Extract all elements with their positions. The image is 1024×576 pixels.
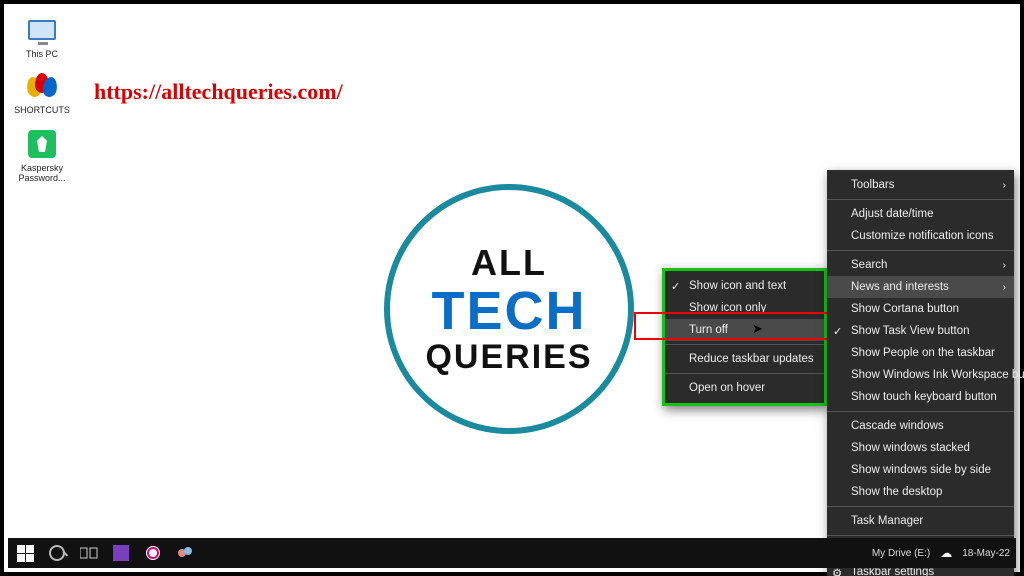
menu-item-news-and-interests[interactable]: News and interests›: [827, 276, 1014, 298]
app-icon: [177, 545, 193, 561]
chevron-right-icon: ›: [1003, 282, 1006, 293]
separator: [665, 344, 824, 345]
chevron-right-icon: ›: [1003, 260, 1006, 271]
pc-icon: [24, 12, 60, 48]
icon-label: SHORTCUTS: [14, 106, 70, 116]
check-icon: ✓: [671, 280, 680, 293]
separator: [665, 373, 824, 374]
kaspersky-icon: [24, 126, 60, 162]
submenu-item-open-on-hover[interactable]: Open on hover: [665, 377, 824, 399]
taskbar[interactable]: My Drive (E:) ☁ 18-May-22: [8, 538, 1016, 568]
icon-label: This PC: [14, 50, 70, 60]
menu-item-sidebyside[interactable]: Show windows side by side: [827, 459, 1014, 481]
search-icon: [49, 545, 65, 561]
separator: [827, 199, 1014, 200]
watermark-url: https://alltechqueries.com/: [94, 79, 343, 105]
shortcuts-icon: [24, 68, 60, 104]
menu-item-stacked[interactable]: Show windows stacked: [827, 437, 1014, 459]
taskbar-right: My Drive (E:) ☁ 18-May-22: [872, 546, 1016, 560]
separator: [827, 250, 1014, 251]
icon-label: Kaspersky Password...: [14, 164, 70, 184]
taskbar-drive-label[interactable]: My Drive (E:): [872, 548, 930, 559]
pinned-app-3[interactable]: [170, 539, 200, 567]
menu-item-show-desktop[interactable]: Show the desktop: [827, 481, 1014, 503]
start-button[interactable]: [10, 539, 40, 567]
task-view-button[interactable]: [74, 539, 104, 567]
desktop-icon-kaspersky[interactable]: Kaspersky Password...: [14, 126, 70, 184]
logo-line-1: ALL: [471, 242, 547, 284]
menu-item-show-touch-kb[interactable]: Show touch keyboard button: [827, 386, 1014, 408]
chevron-right-icon: ›: [1003, 180, 1006, 191]
submenu-item-show-icon-and-text[interactable]: ✓Show icon and text: [665, 275, 824, 297]
windows-logo-icon: [17, 545, 34, 562]
submenu-item-turn-off[interactable]: Turn off: [665, 319, 824, 341]
menu-item-customize-notif[interactable]: Customize notification icons: [827, 225, 1014, 247]
menu-item-show-people[interactable]: Show People on the taskbar: [827, 342, 1014, 364]
separator: [827, 411, 1014, 412]
menu-item-cascade[interactable]: Cascade windows: [827, 415, 1014, 437]
app-icon: [145, 545, 161, 561]
taskbar-context-menu: Toolbars› Adjust date/time Customize not…: [827, 170, 1014, 576]
taskbar-date[interactable]: 18-May-22: [962, 548, 1010, 559]
onedrive-icon[interactable]: ☁: [940, 546, 952, 560]
menu-item-search[interactable]: Search›: [827, 254, 1014, 276]
menu-item-show-cortana[interactable]: Show Cortana button: [827, 298, 1014, 320]
menu-item-adjust-datetime[interactable]: Adjust date/time: [827, 203, 1014, 225]
menu-item-show-ink[interactable]: Show Windows Ink Workspace button: [827, 364, 1014, 386]
pinned-app-1[interactable]: [106, 539, 136, 567]
menu-item-show-taskview[interactable]: ✓Show Task View button: [827, 320, 1014, 342]
taskview-icon: [80, 546, 98, 560]
desktop-icon-shortcuts[interactable]: SHORTCUTS: [14, 68, 70, 116]
submenu-item-reduce-updates[interactable]: Reduce taskbar updates: [665, 348, 824, 370]
submenu-item-show-icon-only[interactable]: Show icon only: [665, 297, 824, 319]
logo: ALL TECH QUERIES: [384, 184, 634, 434]
logo-line-3: QUERIES: [425, 338, 592, 377]
desktop-icon-this-pc[interactable]: This PC: [14, 12, 70, 60]
menu-item-task-manager[interactable]: Task Manager: [827, 510, 1014, 532]
check-icon: ✓: [833, 325, 842, 338]
search-button[interactable]: [42, 539, 72, 567]
separator: [827, 535, 1014, 536]
submenu-news-and-interests: ✓Show icon and text Show icon only Turn …: [662, 268, 827, 406]
menu-item-toolbars[interactable]: Toolbars›: [827, 174, 1014, 196]
logo-line-2: TECH: [432, 284, 587, 338]
separator: [827, 506, 1014, 507]
pinned-app-2[interactable]: [138, 539, 168, 567]
app-icon: [113, 545, 129, 561]
taskbar-left: [8, 539, 200, 567]
